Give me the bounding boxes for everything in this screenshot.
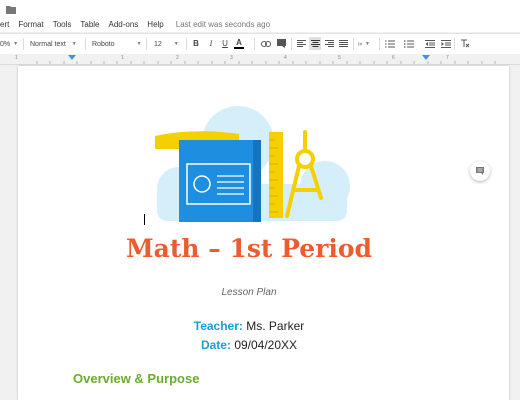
toolbar-divider: [379, 38, 380, 50]
bulleted-list-icon: [404, 39, 414, 48]
book-spine-shadow: [253, 140, 261, 222]
teacher-colon: :: [238, 319, 243, 333]
text-color-button[interactable]: A: [233, 37, 245, 50]
section-heading[interactable]: Overview & Purpose: [73, 371, 199, 386]
menu-bar: ert Format Tools Table Add-ons Help Last…: [0, 17, 270, 31]
font-select[interactable]: Roboto ▼: [92, 34, 142, 54]
toolbar-divider: [85, 38, 86, 50]
clear-formatting-icon: [461, 39, 470, 48]
paragraph-style-select[interactable]: Normal text ▼: [30, 34, 77, 54]
clear-formatting-button[interactable]: [459, 37, 471, 50]
link-icon: [261, 40, 271, 47]
ruler-number: 4: [284, 55, 287, 61]
bulleted-list-button[interactable]: [403, 37, 415, 50]
ruler-number: 5: [338, 55, 341, 61]
toolbar-divider: [254, 38, 255, 50]
increase-indent-icon: [441, 39, 451, 48]
menu-table[interactable]: Table: [80, 20, 99, 29]
date-line[interactable]: Date: 09/04/20XX: [18, 338, 480, 352]
decrease-indent-icon: [425, 39, 435, 48]
ruler[interactable]: 1 1 2 3 4 5 6 7: [0, 54, 520, 65]
insert-comment-button[interactable]: [275, 37, 287, 50]
toolbar-divider: [291, 38, 292, 50]
toolbar-divider: [186, 38, 187, 50]
compass-hinge: [302, 156, 308, 162]
menu-format[interactable]: Format: [18, 20, 43, 29]
increase-indent-button[interactable]: [440, 37, 452, 50]
book-body: [179, 140, 261, 222]
chevron-down-icon: ▼: [173, 41, 179, 47]
text-color-swatch: [234, 47, 244, 49]
teacher-label: Teacher: [193, 319, 239, 333]
align-left-button[interactable]: [295, 37, 307, 50]
chevron-down-icon: ▼: [71, 41, 77, 47]
toolbar-divider: [23, 38, 24, 50]
chevron-down-icon: ▼: [136, 41, 142, 47]
last-edit-status[interactable]: Last edit was seconds ago: [176, 20, 270, 29]
teacher-line[interactable]: Teacher: Ms. Parker: [18, 319, 480, 333]
align-right-button[interactable]: [323, 37, 335, 50]
align-center-button[interactable]: [309, 37, 321, 50]
right-indent-marker[interactable]: [422, 55, 430, 61]
paragraph-style-value: Normal text: [30, 40, 66, 48]
ruler-ticks: [36, 61, 496, 64]
folder-icon[interactable]: [6, 5, 16, 14]
numbered-list-button[interactable]: [384, 37, 396, 50]
date-value: 09/04/20XX: [234, 338, 298, 352]
font-size-select[interactable]: 12 ▼: [154, 34, 179, 54]
ruler-number: 2: [176, 55, 179, 61]
ruler-number: 1: [15, 55, 18, 61]
chevron-down-icon: ▼: [13, 41, 19, 47]
underline-button[interactable]: U: [219, 37, 231, 50]
toolbar-divider: [353, 38, 354, 50]
ruler-number: 6: [392, 55, 395, 61]
italic-button[interactable]: I: [205, 37, 217, 50]
zoom-value: 0%: [0, 40, 11, 48]
bold-label: B: [193, 39, 199, 48]
align-center-icon: [310, 39, 320, 47]
line-spacing-button[interactable]: ▼: [358, 37, 370, 50]
teacher-name: Ms. Parker: [246, 319, 305, 333]
align-justify-button[interactable]: [337, 37, 349, 50]
menu-tools[interactable]: Tools: [53, 20, 72, 29]
document-title[interactable]: Math – 1st Period: [18, 234, 480, 263]
align-right-icon: [324, 39, 334, 47]
font-value: Roboto: [92, 40, 115, 48]
document-subtitle[interactable]: Lesson Plan: [18, 287, 480, 298]
chevron-down-icon: ▼: [365, 40, 370, 47]
text-color-label: A: [236, 38, 242, 47]
underline-label: U: [222, 39, 228, 48]
ruler-number: 7: [446, 55, 449, 61]
bold-button[interactable]: B: [190, 37, 202, 50]
zoom-select[interactable]: 0% ▼: [0, 34, 18, 54]
menu-help[interactable]: Help: [147, 20, 163, 29]
font-size-value: 12: [154, 40, 162, 48]
date-label: Date: [200, 338, 227, 352]
comment-icon: [476, 167, 484, 175]
ruler-number: 3: [230, 55, 233, 61]
add-comment-button[interactable]: [470, 161, 490, 181]
left-indent-marker[interactable]: [68, 55, 76, 61]
align-left-icon: [296, 39, 306, 47]
menu-add-ons[interactable]: Add-ons: [109, 20, 139, 29]
app-header: ert Format Tools Table Add-ons Help Last…: [0, 0, 520, 32]
ruler-shape: [269, 132, 283, 218]
math-tools-illustration: [155, 106, 350, 222]
text-cursor: [144, 214, 145, 225]
align-justify-icon: [338, 39, 348, 47]
date-colon: :: [226, 338, 231, 352]
toolbar: 0% ▼ Normal text ▼ Roboto ▼ 12 ▼ B I U A ▼: [0, 33, 520, 55]
link-button[interactable]: [260, 37, 272, 50]
italic-label: I: [209, 39, 213, 48]
menu-insert[interactable]: ert: [0, 20, 9, 29]
line-spacing-icon: [358, 41, 363, 46]
insert-comment-icon: [276, 39, 286, 48]
document-page[interactable]: Math – 1st Period Lesson Plan Teacher: M…: [18, 66, 509, 400]
ruler-number: 1: [121, 55, 124, 61]
numbered-list-icon: [385, 40, 395, 47]
toolbar-divider: [454, 38, 455, 50]
decrease-indent-button[interactable]: [424, 37, 436, 50]
toolbar-divider: [146, 38, 147, 50]
